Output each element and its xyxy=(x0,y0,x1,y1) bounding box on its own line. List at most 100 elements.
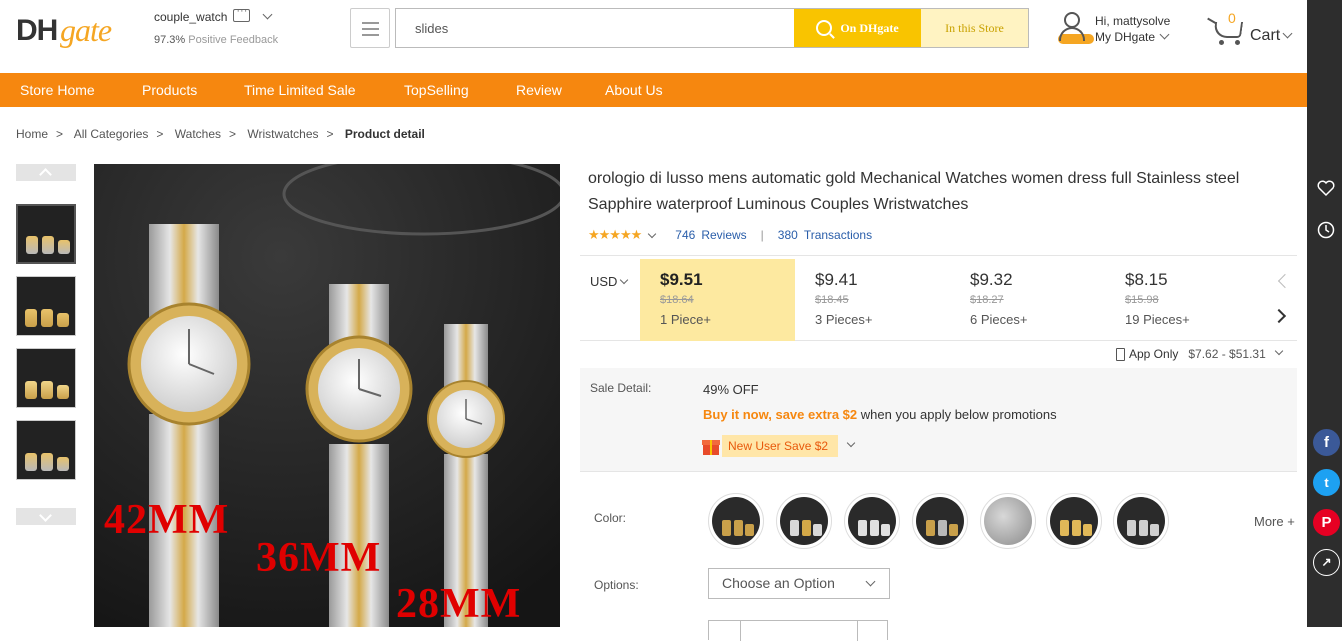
tier-price: $8.15 xyxy=(1125,270,1168,289)
breadcrumb-home[interactable]: Home xyxy=(16,127,48,141)
currency-value: USD xyxy=(590,274,618,289)
breadcrumb-current: Product detail xyxy=(344,127,425,141)
tier-old-price: $18.45 xyxy=(815,294,849,306)
tier-next-icon[interactable] xyxy=(1271,308,1287,324)
history-icon[interactable] xyxy=(1316,220,1336,240)
breadcrumb-wristwatches[interactable]: Wristwatches xyxy=(247,127,318,141)
star-rating[interactable]: ★★★★★ xyxy=(588,227,642,243)
my-dhgate-link[interactable]: My DHgate xyxy=(1095,29,1170,44)
app-only-range: $7.62 - $51.31 xyxy=(1188,347,1266,361)
color-swatch-6[interactable] xyxy=(1046,493,1102,549)
header: DH gate couple_watch 97.3% Positive Feed… xyxy=(0,0,1307,73)
thumbnail-4[interactable] xyxy=(16,420,76,480)
thumb-scroll-down-button[interactable] xyxy=(16,508,76,525)
chevron-down-icon xyxy=(1274,346,1284,356)
price-tier-4[interactable]: $8.15 $15.98 19 Pieces+ xyxy=(1105,259,1260,341)
cart-button[interactable]: 0 Cart xyxy=(1207,10,1302,50)
color-swatch-2[interactable] xyxy=(776,493,832,549)
nav-review[interactable]: Review xyxy=(516,82,562,98)
thumbnail-3[interactable] xyxy=(16,348,76,408)
nav-about-us[interactable]: About Us xyxy=(605,82,663,98)
chat-icon[interactable] xyxy=(233,5,251,22)
app-only-price[interactable]: App Only $7.62 - $51.31 xyxy=(1116,346,1284,361)
user-icon xyxy=(1058,12,1094,46)
option-select[interactable]: Choose an Option xyxy=(708,568,890,599)
store-name[interactable]: couple_watch xyxy=(154,10,227,24)
more-colors-link[interactable]: More + xyxy=(1254,514,1295,529)
reviews-count[interactable]: 746 xyxy=(675,228,695,242)
new-user-coupon[interactable]: New User Save $2 xyxy=(702,434,856,458)
option-select-value: Choose an Option xyxy=(722,575,835,591)
tier-qty: 6 Pieces+ xyxy=(970,312,1028,327)
chevron-down-icon xyxy=(846,438,856,448)
tier-price: $9.51 xyxy=(660,270,703,289)
color-swatch-4[interactable] xyxy=(912,493,968,549)
dhgate-logo[interactable]: DH gate xyxy=(16,12,116,52)
chevron-down-icon[interactable] xyxy=(262,9,273,19)
transactions-link[interactable]: Transactions xyxy=(804,228,872,242)
search-input[interactable] xyxy=(396,9,794,47)
tier-qty: 1 Piece+ xyxy=(660,312,711,327)
search-dhgate-label: On DHgate xyxy=(840,20,899,35)
tier-old-price: $15.98 xyxy=(1125,294,1159,306)
quantity-stepper[interactable] xyxy=(708,620,888,641)
my-dhgate-label: My DHgate xyxy=(1095,30,1156,44)
thumbnail-2[interactable] xyxy=(16,276,76,336)
tier-qty: 19 Pieces+ xyxy=(1125,312,1190,327)
breadcrumb-watches[interactable]: Watches xyxy=(175,127,221,141)
plus-icon: + xyxy=(1287,514,1295,529)
price-tier-2[interactable]: $9.41 $18.45 3 Pieces+ xyxy=(795,259,950,341)
breadcrumb-all-categories[interactable]: All Categories xyxy=(74,127,149,141)
breadcrumb: Home > All Categories > Watches > Wristwatc… xyxy=(16,127,425,141)
cart-label: Cart xyxy=(1250,27,1293,45)
chevron-down-icon[interactable] xyxy=(648,229,657,238)
feedback-label: Positive Feedback xyxy=(188,34,279,46)
pinterest-icon[interactable]: P xyxy=(1313,509,1340,536)
nav-time-limited-sale[interactable]: Time Limited Sale xyxy=(244,82,356,98)
tier-price: $9.41 xyxy=(815,270,858,289)
nav-store-home[interactable]: Store Home xyxy=(20,82,95,98)
facebook-icon[interactable]: f xyxy=(1313,429,1340,456)
share-icon[interactable]: ↗ xyxy=(1313,549,1340,576)
twitter-icon[interactable]: t xyxy=(1313,469,1340,496)
product-title: orologio di lusso mens automatic gold Me… xyxy=(588,170,1240,213)
price-tiers: USD $9.51 $18.64 1 Piece+ $9.41 $18.45 3… xyxy=(580,255,1297,341)
account-menu[interactable]: Hi, mattysolve My DHgate xyxy=(1052,12,1192,52)
nav-products[interactable]: Products xyxy=(142,82,197,98)
gift-icon xyxy=(702,437,720,455)
category-menu-button[interactable] xyxy=(350,8,390,48)
thumbnail-1[interactable] xyxy=(16,204,76,264)
size-label-36: 36MM xyxy=(256,535,382,581)
product-main-image[interactable]: 42MM 36MM 28MM xyxy=(94,164,560,627)
transactions-count[interactable]: 380 xyxy=(778,228,798,242)
reviews-link[interactable]: Reviews xyxy=(701,228,746,242)
tier-prev-icon[interactable] xyxy=(1277,273,1293,289)
color-swatch-7[interactable] xyxy=(1113,493,1169,549)
feedback-percent: 97.3% xyxy=(154,34,186,46)
menu-icon-bar xyxy=(362,28,379,30)
price-tier-3[interactable]: $9.32 $18.27 6 Pieces+ xyxy=(950,259,1105,341)
search-dhgate-button[interactable]: On DHgate xyxy=(794,9,921,47)
store-feedback: 97.3% Positive Feedback xyxy=(154,34,334,46)
phone-icon xyxy=(1116,347,1125,361)
color-swatch-5[interactable] xyxy=(980,493,1036,549)
search-store-button[interactable]: In this Store xyxy=(921,9,1028,47)
sale-label: Sale Detail: xyxy=(590,381,652,395)
size-label-42: 42MM xyxy=(104,497,230,543)
price-tier-1[interactable]: $9.51 $18.64 1 Piece+ xyxy=(640,259,795,341)
store-nav: Store Home Products Time Limited Sale To… xyxy=(0,73,1307,107)
heart-icon[interactable] xyxy=(1316,178,1336,198)
sale-promo: Buy it now, save extra $2 when you apply… xyxy=(703,407,1057,422)
chevron-down-icon xyxy=(865,576,876,587)
nav-topselling[interactable]: TopSelling xyxy=(404,82,469,98)
currency-select[interactable]: USD xyxy=(590,274,629,289)
cart-count: 0 xyxy=(1228,10,1236,26)
sale-discount: 49% OFF xyxy=(703,382,759,397)
color-swatch-1[interactable] xyxy=(708,493,764,549)
color-swatch-3[interactable] xyxy=(844,493,900,549)
more-label: More xyxy=(1254,514,1284,529)
greeting: Hi, mattysolve xyxy=(1095,14,1171,28)
thumb-scroll-up-button[interactable] xyxy=(16,164,76,181)
store-info: couple_watch 97.3% Positive Feedback xyxy=(154,5,334,47)
size-label-28: 28MM xyxy=(396,581,522,627)
